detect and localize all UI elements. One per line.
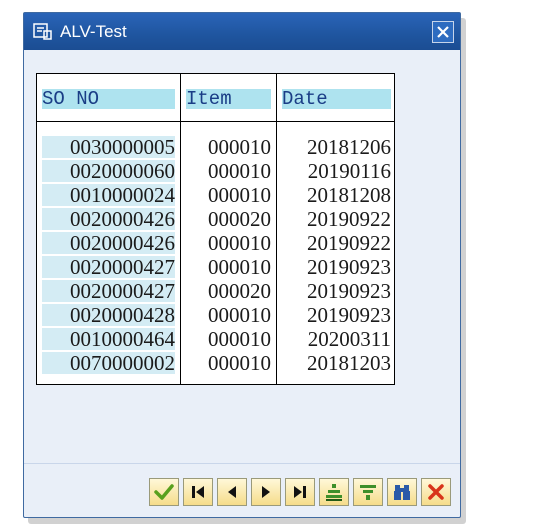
window-icon — [33, 22, 53, 40]
item-cell[interactable]: 000010 — [186, 160, 271, 182]
so-number-cell[interactable]: 0070000002 — [42, 352, 175, 374]
date-cell[interactable]: 20190922 — [282, 208, 391, 230]
item-cell[interactable]: 000010 — [186, 256, 271, 278]
column-header-date[interactable]: Date — [282, 89, 391, 109]
dialog-content: SO NO Item Date 0030000005 000010 20181206… — [24, 50, 460, 463]
item-cell[interactable]: 000010 — [186, 304, 271, 326]
filter-button[interactable] — [353, 478, 383, 506]
next-page-button[interactable] — [251, 478, 281, 506]
item-cell[interactable]: 000010 — [186, 352, 271, 374]
date-cell[interactable]: 20190923 — [282, 256, 391, 278]
cancel-icon — [428, 484, 444, 500]
item-cell[interactable]: 000010 — [186, 184, 271, 206]
so-number-cell[interactable]: 0020000060 — [42, 160, 175, 182]
so-number-cell[interactable]: 0020000427 — [42, 280, 175, 302]
column-header-item[interactable]: Item — [186, 89, 271, 109]
cancel-button[interactable] — [421, 478, 451, 506]
date-cell[interactable]: 20190923 — [282, 280, 391, 302]
checkmark-icon — [154, 484, 174, 500]
so-number-cell[interactable]: 0020000426 — [42, 208, 175, 230]
item-cell[interactable]: 000020 — [186, 208, 271, 230]
confirm-button[interactable] — [149, 478, 179, 506]
close-icon — [437, 26, 449, 38]
first-page-button[interactable] — [183, 478, 213, 506]
sort-icon — [326, 484, 342, 501]
column-header-so-no[interactable]: SO NO — [42, 89, 175, 109]
date-cell[interactable]: 20181206 — [282, 136, 391, 158]
date-cell[interactable]: 20190922 — [282, 232, 391, 254]
so-number-cell[interactable]: 0010000464 — [42, 328, 175, 350]
so-number-cell[interactable]: 0020000428 — [42, 304, 175, 326]
footer-divider — [24, 463, 460, 464]
window-title: ALV-Test — [60, 22, 127, 41]
close-button[interactable] — [432, 21, 454, 43]
previous-page-icon — [228, 486, 236, 498]
sort-button[interactable] — [319, 478, 349, 506]
item-cell[interactable]: 000020 — [186, 280, 271, 302]
first-page-icon — [192, 486, 204, 498]
item-cell[interactable]: 000010 — [186, 136, 271, 158]
date-cell[interactable]: 20200311 — [282, 328, 391, 350]
title-bar[interactable]: ALV-Test — [24, 13, 460, 50]
so-number-cell[interactable]: 0020000427 — [42, 256, 175, 278]
date-cell[interactable]: 20181208 — [282, 184, 391, 206]
so-number-cell[interactable]: 0020000426 — [42, 232, 175, 254]
find-button[interactable] — [387, 478, 417, 506]
alv-dialog: ALV-Test SO NO Item Date 0030000005 00001… — [23, 12, 461, 518]
item-cell[interactable]: 000010 — [186, 232, 271, 254]
date-cell[interactable]: 20190923 — [282, 304, 391, 326]
last-page-icon — [294, 486, 306, 498]
filter-icon — [360, 485, 376, 500]
so-number-cell[interactable]: 0010000024 — [42, 184, 175, 206]
item-cell[interactable]: 000010 — [186, 328, 271, 350]
so-number-cell[interactable]: 0030000005 — [42, 136, 175, 158]
last-page-button[interactable] — [285, 478, 315, 506]
alv-grid: SO NO Item Date 0030000005 000010 20181206… — [36, 73, 395, 385]
date-cell[interactable]: 20181203 — [282, 352, 391, 374]
binoculars-icon — [394, 485, 410, 500]
header-separator — [37, 121, 394, 122]
dialog-toolbar — [149, 478, 451, 506]
previous-page-button[interactable] — [217, 478, 247, 506]
next-page-icon — [262, 486, 270, 498]
date-cell[interactable]: 20190116 — [282, 160, 391, 182]
